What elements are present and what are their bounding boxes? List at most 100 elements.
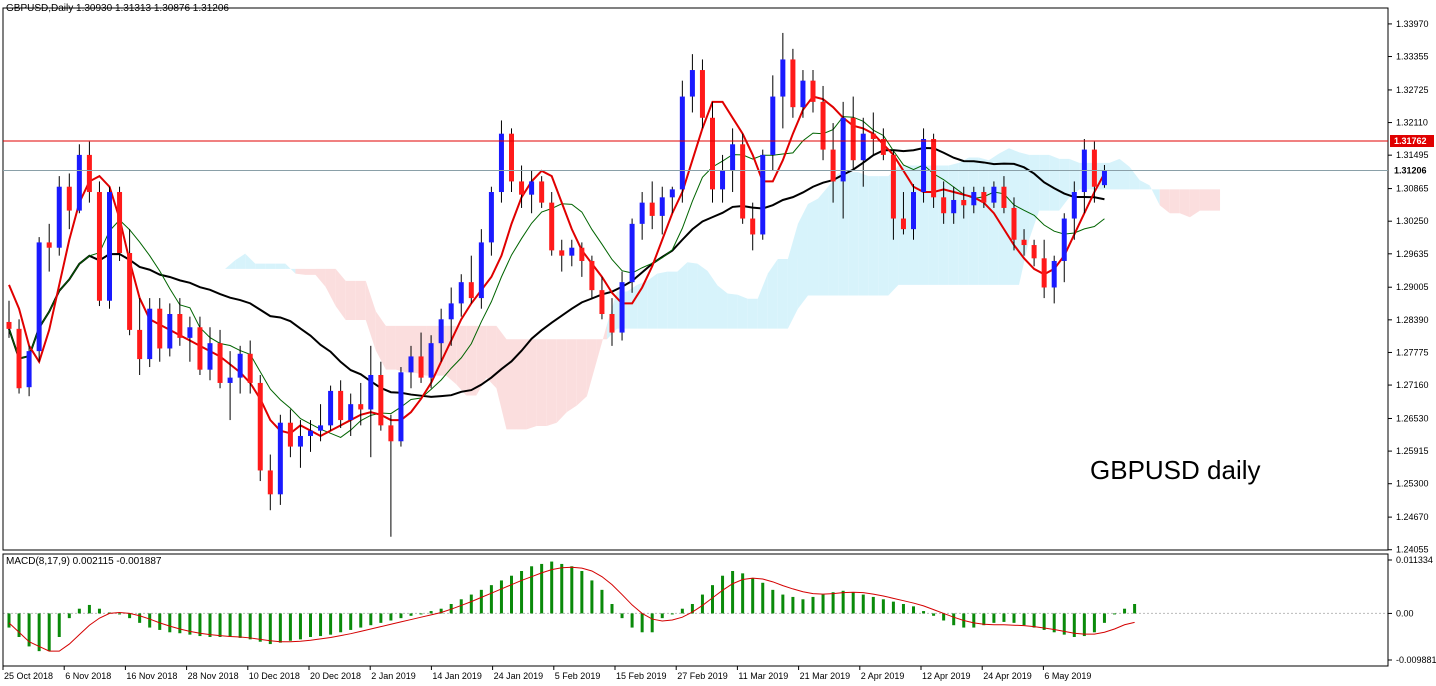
cloud-segment: [1139, 180, 1150, 190]
macd-bar: [811, 596, 815, 614]
macd-bar: [499, 580, 503, 614]
macd-bar: [881, 599, 885, 614]
y-tick-label: 1.32725: [1396, 85, 1429, 95]
y-tick-label: 1.25915: [1396, 446, 1429, 456]
macd-bar: [238, 613, 242, 638]
cloud-segment: [1149, 185, 1160, 206]
macd-bar: [771, 589, 775, 614]
macd-bar: [560, 563, 564, 614]
macd-bar: [821, 594, 825, 614]
macd-bar: [57, 613, 61, 637]
symbol-header: GBPUSD,Daily 1.30930 1.31313 1.30876 1.3…: [6, 3, 229, 14]
macd-bar: [268, 613, 272, 645]
cloud-segment: [1179, 189, 1190, 218]
candle-body: [639, 202, 645, 224]
macd-bar: [942, 613, 946, 621]
candle-body: [6, 321, 12, 329]
candle-body: [86, 154, 92, 193]
macd-bar: [570, 566, 574, 614]
cloud-segment: [717, 285, 728, 329]
cloud-segment: [1119, 158, 1130, 190]
ichimoku-cloud: [124, 148, 1221, 430]
y-tick-label: 1.29005: [1396, 282, 1429, 292]
candle-body: [770, 96, 776, 155]
candle-body: [669, 189, 675, 198]
candle-body: [559, 250, 565, 256]
macd-bar: [409, 613, 413, 616]
macd-bar: [168, 613, 172, 633]
cloud-segment: [1159, 189, 1170, 214]
macd-bar: [972, 613, 976, 628]
candle-body: [418, 356, 424, 378]
candle-body: [569, 247, 575, 256]
macd-bar: [992, 613, 996, 623]
macd-bar: [1082, 613, 1086, 637]
macd-bar: [7, 613, 11, 628]
candle-body: [217, 343, 223, 383]
cloud-segment: [596, 324, 607, 361]
candle-body: [187, 327, 193, 338]
y-tick-label: 1.33355: [1396, 52, 1429, 62]
candle-body: [56, 186, 62, 248]
x-tick-label: 6 Nov 2018: [65, 671, 111, 681]
candle-body: [137, 329, 143, 360]
candle-body: [26, 351, 32, 388]
cloud-segment: [255, 263, 266, 269]
cloud-segment: [576, 339, 587, 406]
cloud-segment: [365, 280, 376, 351]
macd-bar: [791, 596, 795, 614]
macd-bar: [801, 599, 805, 614]
candle-body: [127, 253, 133, 330]
candle-body: [177, 314, 183, 338]
cloud-segment: [355, 280, 366, 320]
cloud-segment: [727, 293, 738, 329]
cloud-segment: [265, 263, 276, 269]
candle-body: [619, 282, 625, 333]
candle-body: [699, 70, 705, 118]
resistance-price-tag: 1.31762: [1394, 136, 1427, 146]
y-tick-label: 1.27775: [1396, 347, 1429, 357]
cloud-segment: [1059, 158, 1070, 211]
macd-y-tick-label: 0.00: [1396, 608, 1414, 618]
cloud-segment: [1109, 158, 1120, 190]
candle-body: [448, 303, 454, 320]
candle-body: [66, 186, 72, 211]
candle-body: [911, 192, 916, 230]
candle-body: [780, 59, 786, 97]
macd-bar: [620, 613, 624, 619]
cloud-segment: [958, 157, 969, 285]
candle-body: [971, 192, 977, 206]
cloud-segment: [315, 268, 326, 287]
candle-body: [860, 133, 866, 161]
macd-bar: [700, 594, 704, 614]
macd-bar: [218, 613, 222, 637]
cloud-segment: [225, 260, 236, 269]
cloud-segment: [797, 203, 808, 309]
macd-bar: [922, 611, 926, 614]
x-tick-label: 24 Jan 2019: [494, 671, 544, 681]
candle-body: [36, 242, 42, 352]
macd-bar: [1012, 613, 1016, 623]
candle-body: [1101, 170, 1107, 186]
macd-bar: [1092, 613, 1096, 633]
y-tick-label: 1.27160: [1396, 380, 1429, 390]
macd-bar: [510, 575, 513, 614]
x-tick-label: 16 Nov 2018: [126, 671, 177, 681]
cloud-segment: [395, 325, 406, 373]
candle-body: [488, 192, 494, 243]
chart-canvas[interactable]: 1.33970 1.33355 1.32725 1.32110 1.31495 1.308…: [0, 0, 1436, 686]
candle-body: [378, 374, 384, 426]
y-tick-label: 1.32110: [1396, 118, 1428, 128]
macd-bar: [650, 613, 654, 633]
candle-body: [820, 101, 826, 150]
y-tick-label: 1.24055: [1396, 545, 1429, 555]
x-tick-label: 5 Feb 2019: [555, 671, 601, 681]
y-tick-label: 1.29635: [1396, 249, 1429, 259]
cloud-segment: [697, 263, 708, 329]
macd-bar: [590, 580, 594, 614]
macd-bar: [731, 571, 735, 614]
candle-body: [659, 197, 665, 216]
x-tick-label: 20 Dec 2018: [310, 671, 361, 681]
candle-body: [810, 80, 816, 102]
x-tick-label: 25 Oct 2018: [4, 671, 53, 681]
